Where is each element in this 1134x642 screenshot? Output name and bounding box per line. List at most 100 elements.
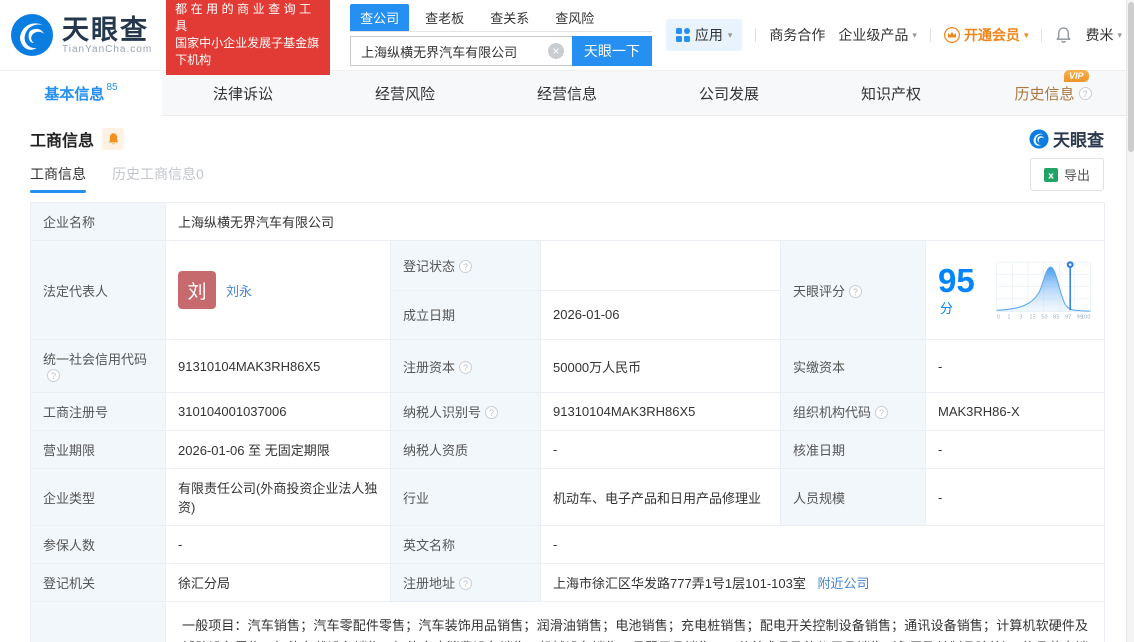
username-label: 费米 — [1085, 27, 1114, 43]
help-icon[interactable]: ? — [459, 577, 473, 590]
chevron-down-icon: ▾ — [912, 29, 917, 40]
promo-line2: 国家中小企业发展子基金旗下机构 — [175, 36, 320, 67]
field-label: 工商注册号 — [30, 392, 166, 431]
scrollbar-thumb[interactable] — [1128, 2, 1134, 152]
search-button[interactable]: 天眼一下 — [571, 36, 652, 66]
field-label: 参保人数 — [30, 525, 166, 564]
field-label: 法定代表人 — [30, 240, 166, 340]
bell-icon — [108, 132, 118, 144]
legal-rep-link[interactable]: 刘永 — [226, 281, 252, 300]
sub-tabs-row: 工商信息 历史工商信息0 x 导出 — [30, 158, 1104, 193]
field-label: 注册资本? — [390, 339, 541, 393]
score-widget[interactable]: 95分 0 1 3 15 50 85 97 99 100 — [938, 250, 1092, 330]
industry-value: 机动车、电子产品和日用产品修理业 — [540, 468, 781, 526]
tab-legal-litigation[interactable]: 法律诉讼 — [162, 71, 324, 115]
tab-intellectual-property[interactable]: 知识产权 — [810, 71, 972, 115]
tab-operating-info[interactable]: 经营信息 — [486, 71, 648, 115]
subscribe-bell-button[interactable] — [102, 127, 125, 150]
field-label: 行业 — [390, 468, 541, 526]
svg-text:100: 100 — [1081, 315, 1091, 321]
field-label: 注册地址? — [390, 563, 541, 602]
help-icon[interactable]: ? — [47, 369, 60, 382]
enterprise-products-menu[interactable]: 企业级产品 ▾ — [838, 25, 917, 45]
address-text: 上海市徐汇区华发路777弄1号1层101-103室 — [553, 576, 806, 591]
field-label: 登记机关 — [30, 563, 166, 602]
tab-label: 公司发展 — [698, 85, 759, 103]
tab-label: 历史信息 — [1014, 85, 1075, 103]
subtab-label: 历史工商信息 — [112, 166, 196, 182]
tab-operating-risk[interactable]: 经营风险 — [324, 71, 486, 115]
brand-logo[interactable]: 天眼查 TianYanCha.com — [10, 13, 152, 57]
subtab-business-info[interactable]: 工商信息 — [30, 164, 86, 193]
help-icon[interactable]: ? — [459, 259, 473, 273]
approval-date-value: - — [925, 430, 1105, 469]
tab-history-info[interactable]: 历史信息 VIP ? — [972, 69, 1134, 115]
open-vip-link[interactable]: 开通会员 ▾ — [943, 25, 1029, 45]
search-input[interactable] — [350, 36, 572, 66]
registration-info-table: 企业名称 上海纵横无界汽车有限公司 法定代表人 刘 刘永 登记状态? 天眼评分? — [30, 202, 1105, 642]
chevron-down-icon: ▾ — [727, 29, 733, 40]
table-row: 法定代表人 刘 刘永 登记状态? 天眼评分? 95分 0 1 3 15 50 8… — [30, 240, 1105, 340]
search-module: 查公司 查老板 查关系 查风险 × 天眼一下 — [350, 4, 652, 66]
apps-grid-icon — [675, 28, 690, 42]
reg-status-value — [540, 240, 781, 291]
apps-label: 应用 — [694, 27, 723, 43]
notification-bell-icon[interactable] — [1055, 26, 1072, 44]
field-label: 成立日期 — [390, 289, 541, 340]
svg-text:15: 15 — [1029, 315, 1035, 321]
table-row: 统一社会信用代码? 91310104MAK3RH86X5 注册资本? 50000… — [30, 339, 1105, 393]
reg-authority-value: 徐汇分局 — [165, 563, 391, 602]
field-label: 组织机构代码? — [780, 392, 926, 431]
help-icon[interactable]: ? — [459, 360, 473, 374]
help-icon[interactable]: ? — [849, 284, 863, 298]
promo-line1: 都在用的商业查询工具 — [175, 2, 315, 33]
score-distribution-chart: 0 1 3 15 50 85 97 99 100 — [996, 261, 1091, 321]
table-row: 工商注册号 310104001037006 纳税人识别号? 91310104MA… — [30, 392, 1105, 431]
apps-menu[interactable]: 应用 ▾ — [665, 19, 743, 51]
help-icon[interactable]: ? — [1078, 86, 1092, 100]
chevron-down-icon: ▾ — [1023, 29, 1029, 40]
table-row: 参保人数 - 英文名称 - — [30, 525, 1105, 564]
table-row: 登记机关 徐汇分局 注册地址? 上海市徐汇区华发路777弄1号1层101-103… — [30, 563, 1105, 602]
export-button[interactable]: x 导出 — [1029, 158, 1104, 191]
company-type-value: 有限责任公司(外商投资企业法人独资) — [165, 468, 391, 526]
svg-text:50: 50 — [1041, 315, 1047, 321]
svg-text:97: 97 — [1065, 315, 1071, 321]
search-tab-company[interactable]: 查公司 — [350, 4, 410, 31]
insured-count-value: - — [165, 525, 391, 564]
menu-divider — [929, 28, 931, 42]
field-label: 人员规模 — [780, 468, 926, 526]
logo-text: 天眼查 — [62, 14, 149, 45]
field-label: 英文名称 — [390, 525, 541, 564]
excel-export-icon: x — [1043, 167, 1058, 182]
table-row: 经营范围? 一般项目：汽车销售；汽车零配件零售；汽车装饰用品销售；润滑油销售；电… — [30, 601, 1105, 642]
subtab-label: 工商信息 — [30, 166, 86, 182]
field-label: 企业类型 — [30, 468, 166, 526]
export-label: 导出 — [1063, 168, 1090, 183]
subtab-history-business-info[interactable]: 历史工商信息0 — [112, 164, 204, 193]
user-menu[interactable]: 费米 ▾ — [1085, 25, 1122, 45]
search-tab-boss[interactable]: 查老板 — [415, 4, 474, 31]
search-tab-risk[interactable]: 查风险 — [545, 4, 604, 31]
business-info-panel: 工商信息 天眼查 工商信息 历史工商信息0 x 导出 企业名称 上海纵横无界汽车… — [0, 116, 1134, 642]
scrollbar[interactable] — [1126, 0, 1134, 642]
field-label: 登记状态? — [390, 240, 541, 291]
tab-company-development[interactable]: 公司发展 — [648, 71, 810, 115]
help-icon[interactable]: ? — [875, 406, 889, 419]
business-coop-link[interactable]: 商务合作 — [769, 25, 825, 45]
paid-capital-value: - — [925, 339, 1105, 393]
english-name-value: - — [540, 525, 1105, 564]
help-icon[interactable]: ? — [485, 406, 499, 419]
field-label: 统一社会信用代码? — [30, 339, 166, 393]
avatar[interactable]: 刘 — [178, 271, 216, 309]
tab-label: 经营风险 — [374, 85, 435, 103]
credit-code-value: 91310104MAK3RH86X5 — [165, 339, 391, 393]
nearby-companies-link[interactable]: 附近公司 — [817, 576, 869, 591]
clear-input-icon[interactable]: × — [547, 43, 564, 59]
search-tab-relation[interactable]: 查关系 — [480, 4, 539, 31]
svg-text:3: 3 — [1019, 315, 1022, 321]
reg-number-value: 310104001037006 — [165, 392, 391, 431]
score-number: 95 — [938, 261, 975, 299]
tab-basic-info[interactable]: 基本信息 85 — [0, 71, 162, 116]
legal-rep-value: 刘 刘永 — [165, 240, 391, 340]
